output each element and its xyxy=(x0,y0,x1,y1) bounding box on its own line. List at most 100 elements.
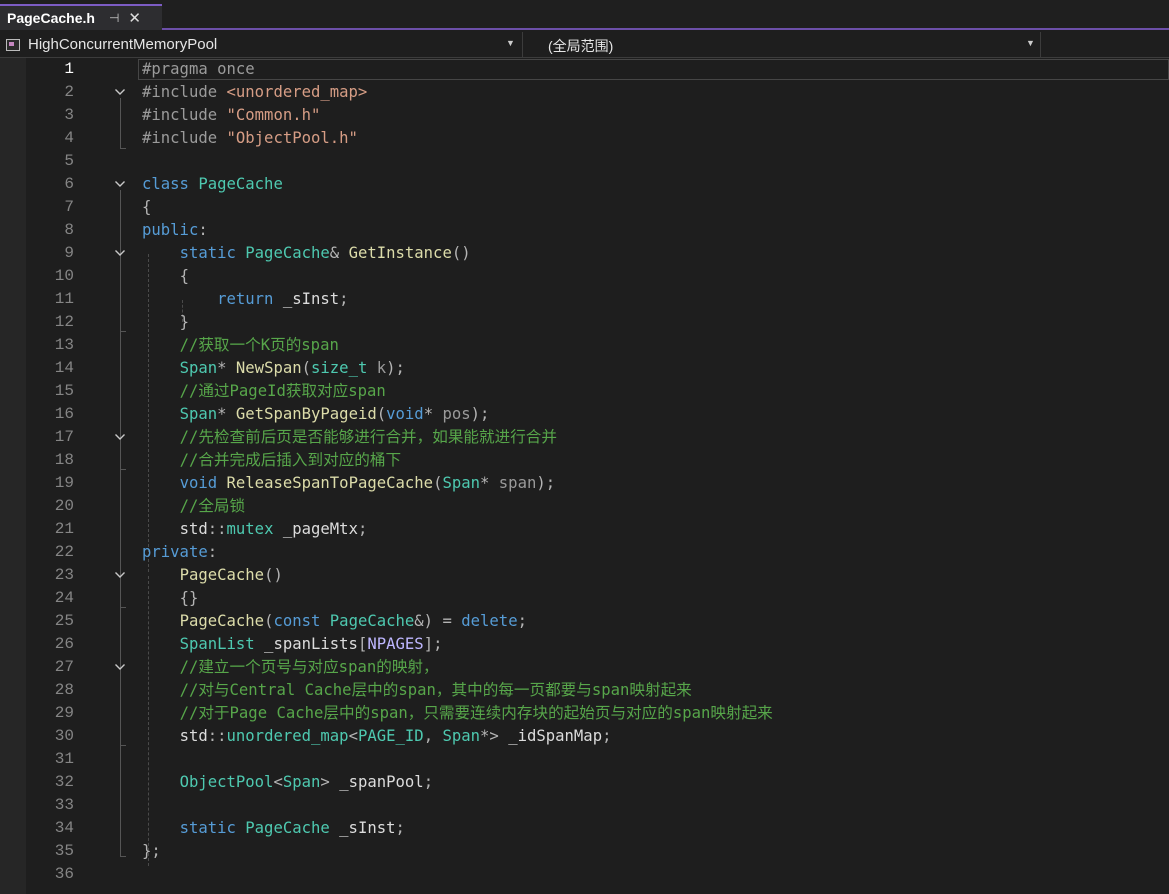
chevron-down-icon[interactable]: ▼ xyxy=(1026,38,1035,48)
line-number: 7 xyxy=(64,198,74,216)
project-name: HighConcurrentMemoryPool xyxy=(28,36,218,53)
code-line[interactable]: 22 private: xyxy=(26,541,1169,564)
code-line[interactable]: 5 xyxy=(26,150,1169,173)
code-token: //建立一个页号与对应span的映射， xyxy=(179,658,439,676)
code-line[interactable]: 15 //通过PageId获取对应span xyxy=(26,380,1169,403)
code-line[interactable]: 12 } xyxy=(26,311,1169,334)
code-line[interactable]: 36 xyxy=(26,863,1169,886)
line-number: 16 xyxy=(54,405,74,423)
code-text: private: xyxy=(142,541,217,564)
collapse-chevron-icon[interactable] xyxy=(114,86,126,98)
code-token: static xyxy=(179,819,246,837)
code-line[interactable]: 29 //对于Page Cache层中的span，只需要连续内存块的起始页与对应… xyxy=(26,702,1169,725)
code-token: ; xyxy=(395,819,405,837)
code-line[interactable]: 20 //全局锁 xyxy=(26,495,1169,518)
code-token: void xyxy=(386,405,424,423)
code-line[interactable]: 31 xyxy=(26,748,1169,771)
chevron-down-icon[interactable]: ▼ xyxy=(506,38,515,48)
code-text: ObjectPool<Span> _spanPool; xyxy=(142,771,434,794)
code-token: delete xyxy=(461,612,518,630)
pin-icon[interactable]: ⊣ xyxy=(109,11,119,25)
code-line[interactable]: 23 PageCache() xyxy=(26,564,1169,587)
code-line[interactable]: 8 public: xyxy=(26,219,1169,242)
code-line[interactable]: 35}; xyxy=(26,840,1169,863)
code-token: ]; xyxy=(423,635,443,653)
code-line[interactable]: 7{ xyxy=(26,196,1169,219)
line-number: 35 xyxy=(54,842,74,860)
code-token: :: xyxy=(207,727,227,745)
code-token: ; xyxy=(423,773,434,791)
code-token: ( xyxy=(301,359,312,377)
code-line[interactable]: 25 PageCache(const PageCache&) = delete; xyxy=(26,610,1169,633)
code-line[interactable]: 6 class PageCache xyxy=(26,173,1169,196)
code-line[interactable]: 16 Span* GetSpanByPageid(void* pos); xyxy=(26,403,1169,426)
code-text: static PageCache _sInst; xyxy=(142,817,405,840)
code-line[interactable]: 3 #include "Common.h" xyxy=(26,104,1169,127)
code-line[interactable]: 1 #pragma once xyxy=(26,58,1169,81)
code-token: pos xyxy=(442,405,471,423)
code-token: :: xyxy=(207,520,227,538)
code-line[interactable]: 24 {} xyxy=(26,587,1169,610)
code-text: //建立一个页号与对应span的映射， xyxy=(142,656,439,679)
code-text: static PageCache& GetInstance() xyxy=(142,242,471,265)
code-line[interactable]: 26 SpanList _spanLists[NPAGES]; xyxy=(26,633,1169,656)
collapse-chevron-icon[interactable] xyxy=(114,247,126,259)
line-number: 24 xyxy=(54,589,74,607)
code-token: ; xyxy=(339,290,349,308)
code-line[interactable]: 32 ObjectPool<Span> _spanPool; xyxy=(26,771,1169,794)
collapse-chevron-icon[interactable] xyxy=(114,431,126,443)
code-text: #include <unordered_map> xyxy=(142,81,367,104)
tab-filename[interactable]: PageCache.h xyxy=(7,10,95,26)
code-line[interactable]: 10 { xyxy=(26,265,1169,288)
document-tab[interactable]: PageCache.h ⊣ ✕ xyxy=(0,4,162,30)
code-editor[interactable]: 1 #pragma once 2 #include <unordered_map> 3 #… xyxy=(26,58,1169,894)
collapse-chevron-icon[interactable] xyxy=(114,569,126,581)
code-token: PageCache xyxy=(245,819,330,837)
code-text: Span* NewSpan(size_t k); xyxy=(142,357,405,380)
code-line[interactable]: 28 //对与Central Cache层中的span，其中的每一页都要与spa… xyxy=(26,679,1169,702)
code-token: ); xyxy=(470,405,490,423)
line-number: 21 xyxy=(54,520,74,538)
code-line[interactable]: 34 static PageCache _sInst; xyxy=(26,817,1169,840)
collapse-chevron-icon[interactable] xyxy=(114,661,126,673)
code-line[interactable]: 11 return _sInst; xyxy=(26,288,1169,311)
code-token: ); xyxy=(536,474,556,492)
scope-dropdown[interactable]: (全局范围) xyxy=(548,36,613,56)
code-line[interactable]: 18 //合并完成后插入到对应的桶下 xyxy=(26,449,1169,472)
code-line[interactable]: 13 //获取一个K页的span xyxy=(26,334,1169,357)
line-number: 34 xyxy=(54,819,74,837)
code-line[interactable]: 4 #include "ObjectPool.h" xyxy=(26,127,1169,150)
code-line[interactable]: 27 //建立一个页号与对应span的映射， xyxy=(26,656,1169,679)
code-token: #include xyxy=(142,129,227,147)
code-line[interactable]: 2 #include <unordered_map> xyxy=(26,81,1169,104)
code-line[interactable]: 33 xyxy=(26,794,1169,817)
collapse-chevron-icon[interactable] xyxy=(114,178,126,190)
code-line[interactable]: 17 //先检查前后页是否能够进行合并，如果能就进行合并 xyxy=(26,426,1169,449)
line-number: 5 xyxy=(64,152,74,170)
document-tab-bar: PageCache.h ⊣ ✕ xyxy=(0,0,1169,30)
code-token: ( xyxy=(376,405,387,423)
code-line[interactable]: 14 Span* NewSpan(size_t k); xyxy=(26,357,1169,380)
code-token: [ xyxy=(357,635,368,653)
code-line[interactable]: 19 void ReleaseSpanToPageCache(Span* spa… xyxy=(26,472,1169,495)
code-token: PageCache xyxy=(198,175,283,193)
code-line[interactable]: 9 static PageCache& GetInstance() xyxy=(26,242,1169,265)
code-line[interactable]: 30 std::unordered_map<PAGE_ID, Span*> _i… xyxy=(26,725,1169,748)
code-text: void ReleaseSpanToPageCache(Span* span); xyxy=(142,472,556,495)
project-dropdown[interactable]: HighConcurrentMemoryPool xyxy=(6,34,518,55)
close-icon[interactable]: ✕ xyxy=(128,9,141,27)
code-token: > xyxy=(320,773,340,791)
divider xyxy=(522,32,523,58)
code-token: * xyxy=(217,405,236,423)
code-line[interactable]: 21 std::mutex _pageMtx; xyxy=(26,518,1169,541)
code-token: () xyxy=(451,244,471,262)
code-token: _sInst xyxy=(329,819,396,837)
